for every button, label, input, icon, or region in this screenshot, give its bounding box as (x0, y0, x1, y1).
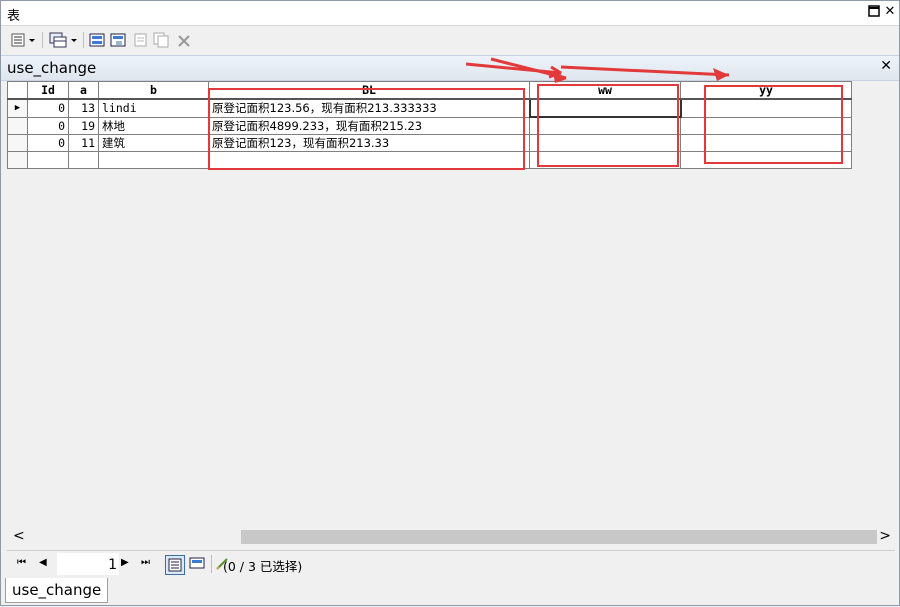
row-selector[interactable] (7, 151, 28, 169)
new-row[interactable] (7, 151, 852, 169)
show-selected-records-icon[interactable] (188, 555, 206, 573)
close-icon[interactable]: ✕ (883, 5, 897, 19)
clear-selection-icon[interactable] (133, 32, 149, 48)
cell-b[interactable]: 林地 (98, 116, 209, 135)
cell-a[interactable]: 19 (68, 116, 99, 135)
column-header-bl[interactable]: BL (208, 81, 530, 100)
attribute-grid: Id a b BL ww yy ▶ 0 13 lindi 原登记面积123.56… (7, 81, 895, 527)
scroll-right-icon[interactable]: > (879, 528, 891, 544)
show-all-records-icon[interactable] (165, 555, 185, 575)
selection-status: (0 / 3 已选择) (223, 559, 303, 574)
table-row[interactable]: ▶ 0 13 lindi 原登记面积123.56，现有面积213.333333 (7, 98, 852, 118)
title-bar: 表 ✕ (1, 1, 899, 26)
table-tab-bar: use_change ✕ (1, 55, 899, 81)
column-header-ww[interactable]: ww (529, 81, 681, 100)
cell-bl[interactable]: 原登记面积123，现有面积213.33 (208, 134, 530, 152)
cell-id[interactable]: 0 (27, 116, 69, 135)
cell-bl[interactable]: 原登记面积4899.233，现有面积215.23 (208, 116, 530, 135)
first-record-icon[interactable]: ⏮ (17, 557, 26, 568)
column-header-a[interactable]: a (68, 81, 99, 100)
toolbar-separator (83, 32, 84, 48)
cell-empty[interactable] (529, 151, 681, 169)
current-record-field[interactable]: 1 (57, 553, 119, 575)
next-record-icon[interactable]: ▶ (121, 557, 129, 568)
cell-id[interactable]: 0 (27, 134, 69, 152)
table-tab-title[interactable]: use_change (7, 59, 96, 77)
header-row: Id a b BL ww yy (7, 81, 852, 100)
current-row-arrow-icon[interactable]: ▶ (7, 98, 28, 118)
cell-empty[interactable] (68, 151, 99, 169)
bottom-tab-use-change[interactable]: use_change (5, 578, 109, 603)
row-selector[interactable] (7, 116, 28, 135)
cell-yy[interactable] (680, 134, 852, 152)
last-record-icon[interactable]: ⏭ (141, 557, 150, 568)
toolbar-separator (42, 32, 43, 48)
table-row[interactable]: 0 11 建筑 原登记面积123，现有面积213.33 (7, 134, 852, 152)
toolbar (1, 26, 899, 54)
tab-close-icon[interactable]: ✕ (880, 58, 892, 74)
cell-bl[interactable]: 原登记面积123.56，现有面积213.333333 (208, 98, 530, 118)
previous-record-icon[interactable]: ◀ (39, 557, 47, 568)
cell-empty[interactable] (27, 151, 69, 169)
cell-a[interactable]: 11 (68, 134, 99, 152)
cell-empty[interactable] (680, 151, 852, 169)
column-header-yy[interactable]: yy (680, 81, 852, 100)
record-navigation-bar: ⏮ ◀ 1 ▶ ⏭ (0 / 3 已选择) (7, 550, 895, 577)
related-tables-icon[interactable] (49, 32, 79, 48)
cell-empty[interactable] (98, 151, 209, 169)
nav-separator (211, 555, 212, 573)
cell-id[interactable]: 0 (27, 98, 69, 118)
cell-a[interactable]: 13 (68, 98, 99, 118)
switch-selection-icon[interactable] (110, 32, 128, 48)
delete-icon[interactable] (177, 32, 191, 48)
copy-selected-icon[interactable] (153, 32, 171, 48)
column-header-id[interactable]: Id (27, 81, 69, 100)
cell-ww[interactable] (528, 98, 682, 118)
options-icon[interactable] (11, 32, 37, 48)
cell-yy[interactable] (680, 98, 852, 118)
cell-b[interactable]: lindi (98, 98, 209, 118)
horizontal-scrollbar[interactable]: < > (7, 528, 895, 546)
window-title: 表 (7, 9, 21, 24)
maximize-icon[interactable] (867, 5, 881, 19)
table-window: 表 ✕ use_change ✕ Id a b BL ww yy ▶ 0 13 … (0, 0, 900, 606)
attribute-table: Id a b BL ww yy ▶ 0 13 lindi 原登记面积123.56… (7, 81, 852, 169)
row-selector-header[interactable] (7, 81, 28, 100)
column-header-b[interactable]: b (98, 81, 209, 100)
table-row[interactable]: 0 19 林地 原登记面积4899.233，现有面积215.23 (7, 116, 852, 135)
scroll-left-icon[interactable]: < (13, 528, 25, 544)
cell-ww[interactable] (529, 116, 681, 135)
cell-empty[interactable] (208, 151, 530, 169)
scroll-thumb[interactable] (241, 530, 877, 544)
cell-yy[interactable] (680, 116, 852, 135)
select-by-attributes-icon[interactable] (89, 32, 107, 48)
cell-ww[interactable] (529, 134, 681, 152)
row-selector[interactable] (7, 134, 28, 152)
cell-b[interactable]: 建筑 (98, 134, 209, 152)
